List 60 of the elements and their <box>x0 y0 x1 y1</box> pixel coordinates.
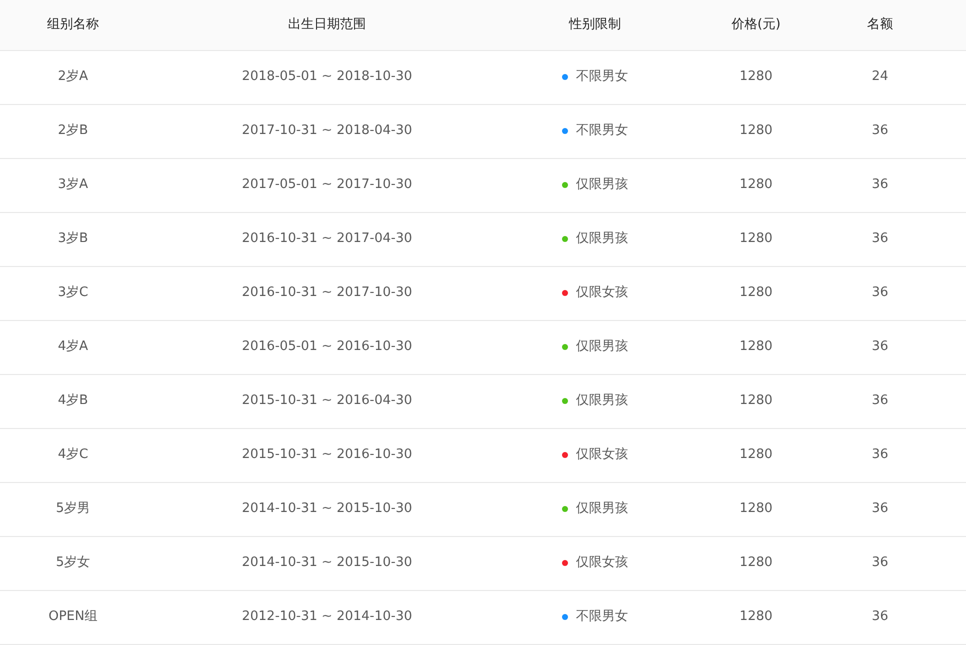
quota: 24 <box>872 69 888 84</box>
price: 1280 <box>739 555 773 570</box>
date-range: 2018-05-01 ~ 2018-10-30 <box>242 69 412 84</box>
group-name: 4岁C <box>58 447 88 462</box>
date-range: 2017-05-01 ~ 2017-10-30 <box>242 177 412 192</box>
date-range: 2014-10-31 ~ 2015-10-30 <box>242 501 412 516</box>
date-range: 2015-10-31 ~ 2016-10-30 <box>242 447 412 462</box>
price: 1280 <box>739 69 773 84</box>
gender-limit: 不限男女 <box>576 69 628 84</box>
column-header: 组别名称 <box>47 17 99 32</box>
quota: 36 <box>872 393 888 408</box>
price: 1280 <box>739 447 773 462</box>
date-range: 2012-10-31 ~ 2014-10-30 <box>242 609 412 624</box>
group-name: 2岁B <box>58 123 88 138</box>
gender-limit: 仅限男孩 <box>576 501 628 516</box>
column-header: 出生日期范围 <box>288 17 366 32</box>
column-header: 名额 <box>867 17 893 32</box>
group-name: 5岁女 <box>56 555 90 570</box>
quota: 36 <box>872 123 888 138</box>
column-header: 价格(元) <box>731 17 781 32</box>
quota: 36 <box>872 231 888 246</box>
group-name: 3岁A <box>58 177 88 192</box>
group-name: 3岁C <box>58 285 88 300</box>
date-range: 2017-10-31 ~ 2018-04-30 <box>242 123 412 138</box>
group-name: OPEN组 <box>48 609 98 624</box>
gender-limit: 仅限女孩 <box>576 555 628 570</box>
gender-limit: 仅限男孩 <box>576 177 628 192</box>
group-name: 4岁B <box>58 393 88 408</box>
gender-limit: 仅限女孩 <box>576 447 628 462</box>
gender-limit: 仅限男孩 <box>576 393 628 408</box>
gender-limit: 仅限女孩 <box>576 285 628 300</box>
quota: 36 <box>872 285 888 300</box>
gender-limit: 仅限男孩 <box>576 231 628 246</box>
date-range: 2016-10-31 ~ 2017-04-30 <box>242 231 412 246</box>
gender-limit: 不限男女 <box>576 123 628 138</box>
price: 1280 <box>739 339 773 354</box>
date-range: 2016-05-01 ~ 2016-10-30 <box>242 339 412 354</box>
gender-limit: 不限男女 <box>576 609 628 624</box>
gender-limit: 仅限男孩 <box>576 339 628 354</box>
price: 1280 <box>739 231 773 246</box>
group-name: 4岁A <box>58 339 88 354</box>
price: 1280 <box>739 501 773 516</box>
date-range: 2014-10-31 ~ 2015-10-30 <box>242 555 412 570</box>
group-name: 2岁A <box>58 69 88 84</box>
date-range: 2015-10-31 ~ 2016-04-30 <box>242 393 412 408</box>
quota: 36 <box>872 501 888 516</box>
quota: 36 <box>872 177 888 192</box>
price: 1280 <box>739 123 773 138</box>
quota: 36 <box>872 447 888 462</box>
quota: 36 <box>872 609 888 624</box>
date-range: 2016-10-31 ~ 2017-10-30 <box>242 285 412 300</box>
price: 1280 <box>739 285 773 300</box>
column-header: 性别限制 <box>569 17 621 32</box>
group-name: 5岁男 <box>56 501 90 516</box>
price: 1280 <box>739 177 773 192</box>
price: 1280 <box>739 393 773 408</box>
group-name: 3岁B <box>58 231 88 246</box>
quota: 36 <box>872 555 888 570</box>
quota: 36 <box>872 339 888 354</box>
price: 1280 <box>739 609 773 624</box>
